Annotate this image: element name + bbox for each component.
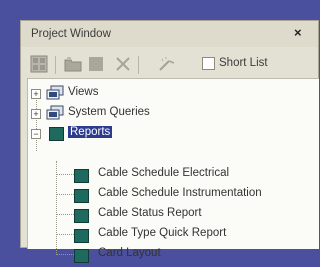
grid-icon[interactable] <box>30 55 48 73</box>
report-icon <box>74 169 89 183</box>
wand-icon[interactable] <box>157 55 177 73</box>
tree-line <box>56 194 74 195</box>
report-item-label: Cable Schedule Instrumentation <box>98 187 262 199</box>
folder-stack-icon <box>46 105 64 120</box>
window-title: Project Window <box>31 28 111 40</box>
close-icon[interactable]: × <box>294 26 306 40</box>
report-item[interactable]: Cable Status Report <box>74 207 314 227</box>
stop-icon[interactable] <box>87 55 105 73</box>
report-item-label: Cable Type Quick Report <box>98 227 227 239</box>
tree-node-label: Views <box>68 86 99 98</box>
toolbar: Short List <box>21 48 318 78</box>
report-icon <box>74 249 89 263</box>
tree-node-label: System Queries <box>68 106 150 118</box>
short-list-checkbox[interactable] <box>202 57 215 70</box>
collapse-icon[interactable]: − <box>31 129 41 139</box>
toolbar-separator <box>138 56 139 74</box>
tree-line <box>56 214 74 215</box>
report-icon <box>49 127 64 141</box>
tree-node-reports[interactable]: − Reports <box>28 124 318 144</box>
report-item[interactable]: Cable Schedule Electrical <box>74 167 314 187</box>
report-item[interactable]: Card Layout <box>74 247 314 267</box>
tree-line <box>56 174 74 175</box>
project-window: Project Window × Short List + Views + Sy… <box>20 20 319 263</box>
report-item-label: Cable Schedule Electrical <box>98 167 230 179</box>
report-icon <box>74 189 89 203</box>
tree-node-label: Reports <box>68 126 113 138</box>
report-icon <box>74 229 89 243</box>
project-tree: + Views + System Queries − Reports Cable… <box>27 78 319 263</box>
report-item[interactable]: Cable Schedule Instrumentation <box>74 187 314 207</box>
tree-node-system-queries[interactable]: + System Queries <box>28 104 318 124</box>
expand-icon[interactable]: + <box>31 89 41 99</box>
report-icon <box>74 209 89 223</box>
folder-stack-icon <box>46 85 64 100</box>
delete-x-icon[interactable] <box>114 55 132 73</box>
folder-icon[interactable] <box>63 55 83 73</box>
report-item-label: Cable Status Report <box>98 207 202 219</box>
expand-icon[interactable]: + <box>31 109 41 119</box>
report-item[interactable]: Cable Type Quick Report <box>74 227 314 247</box>
toolbar-separator <box>55 56 56 74</box>
short-list-label: Short List <box>219 57 268 69</box>
tree-line <box>56 254 74 255</box>
tree-node-views[interactable]: + Views <box>28 84 318 104</box>
tree-line <box>56 234 74 235</box>
report-item-label: Card Layout <box>98 247 161 259</box>
title-bar: Project Window × <box>21 21 318 47</box>
